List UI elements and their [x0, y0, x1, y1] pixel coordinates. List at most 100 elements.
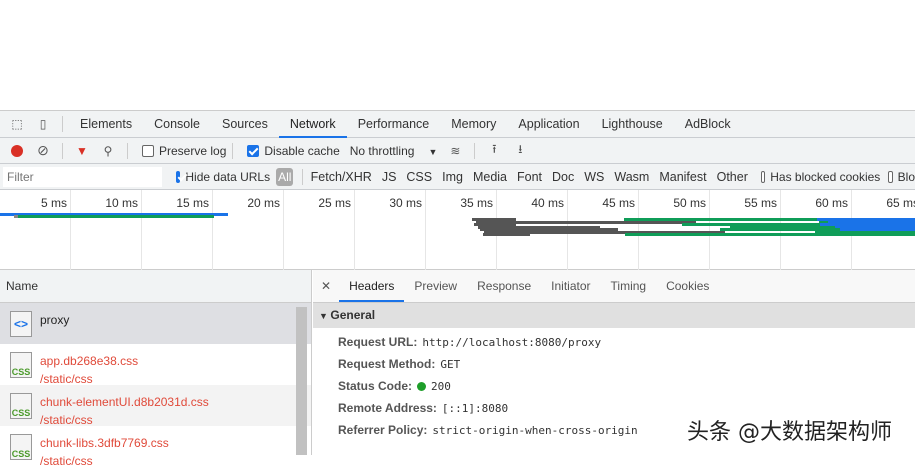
timeline-tick-label: 45 ms	[585, 196, 635, 210]
document-file-icon: <>	[10, 311, 32, 337]
general-section-header[interactable]: ▼ General	[313, 303, 915, 328]
request-name: chunk-libs.3dfb7769.css	[40, 434, 169, 452]
preserve-log-label: Preserve log	[159, 144, 226, 158]
filter-type-doc[interactable]: Doc	[547, 170, 579, 184]
tab-network[interactable]: Network	[279, 111, 347, 138]
header-key: Status Code:	[338, 379, 412, 393]
close-icon[interactable]: ✕	[313, 270, 339, 302]
header-row: Request URL: http://localhost:8080/proxy	[313, 331, 915, 353]
filter-type-other[interactable]: Other	[712, 170, 753, 184]
triangle-down-icon: ▼	[319, 311, 330, 321]
filter-type-wasm[interactable]: Wasm	[609, 170, 654, 184]
watermark: 头条 @大数据架构师	[687, 414, 892, 446]
device-toolbar-icon[interactable]: ▯	[35, 116, 51, 132]
timeline-tick-label: 35 ms	[443, 196, 493, 210]
has-blocked-cookies-label: Has blocked cookies	[770, 170, 880, 184]
css-file-icon: CSS	[10, 352, 32, 378]
timeline-gridline	[425, 190, 426, 270]
timeline-tick-label: 5 ms	[17, 196, 67, 210]
timeline-gridline	[70, 190, 71, 270]
inspect-element-icon[interactable]: ⬚	[9, 116, 25, 132]
filter-type-img[interactable]: Img	[437, 170, 468, 184]
tab-initiator[interactable]: Initiator	[541, 270, 600, 302]
request-row[interactable]: <> proxy	[0, 303, 311, 344]
filter-type-manifest[interactable]: Manifest	[654, 170, 711, 184]
timeline-gridline	[283, 190, 284, 270]
css-file-icon: CSS	[10, 393, 32, 419]
blocked-requests-checkbox[interactable]	[888, 171, 892, 183]
status-success-icon	[417, 382, 426, 391]
request-list: Name <> proxy CSS app.db268e38.css/stati…	[0, 270, 312, 455]
timeline-tick-label: 10 ms	[88, 196, 138, 210]
tab-elements[interactable]: Elements	[69, 111, 143, 138]
timeline-tick-label: 50 ms	[656, 196, 706, 210]
divider	[127, 143, 128, 159]
timeline-gridline	[141, 190, 142, 270]
header-value: http://localhost:8080/proxy	[422, 336, 601, 349]
devtools-tab-bar: ⬚ ▯ Elements Console Sources Network Per…	[0, 110, 915, 138]
timeline-tick-label: 60 ms	[798, 196, 848, 210]
disable-cache-checkbox[interactable]	[247, 145, 259, 157]
header-value: 200	[431, 380, 451, 393]
filter-input[interactable]	[3, 167, 162, 187]
filter-icon[interactable]: ▼	[74, 143, 90, 159]
details-tabs: ✕ Headers Preview Response Initiator Tim…	[313, 270, 915, 303]
preserve-log-checkbox[interactable]	[142, 145, 154, 157]
import-har-icon[interactable]: ⭱	[486, 143, 502, 159]
tab-headers[interactable]: Headers	[339, 270, 404, 302]
tab-cookies[interactable]: Cookies	[656, 270, 719, 302]
filter-type-css[interactable]: CSS	[401, 170, 437, 184]
network-conditions-icon[interactable]: ≋	[447, 143, 463, 159]
divider	[62, 143, 63, 159]
filter-type-ws[interactable]: WS	[579, 170, 609, 184]
hide-data-urls-checkbox[interactable]	[176, 171, 180, 183]
request-name: chunk-elementUI.d8b2031d.css	[40, 393, 209, 411]
header-key: Remote Address:	[338, 401, 437, 415]
divider	[232, 143, 233, 159]
filter-type-fetch-xhr[interactable]: Fetch/XHR	[306, 170, 377, 184]
divider	[474, 143, 475, 159]
filter-type-js[interactable]: JS	[377, 170, 402, 184]
header-key: Request URL:	[338, 335, 417, 349]
scrollbar[interactable]	[296, 307, 307, 455]
header-value: strict-origin-when-cross-origin	[432, 424, 637, 437]
css-file-icon: CSS	[10, 434, 32, 460]
network-overview-timeline[interactable]: 5 ms10 ms15 ms20 ms25 ms30 ms35 ms40 ms4…	[0, 190, 915, 270]
header-key: Request Method:	[338, 357, 435, 371]
tab-memory[interactable]: Memory	[440, 111, 507, 138]
tab-console[interactable]: Console	[143, 111, 211, 138]
request-path: /static/css	[40, 370, 138, 388]
has-blocked-cookies-checkbox[interactable]	[761, 171, 765, 183]
tab-sources[interactable]: Sources	[211, 111, 279, 138]
request-name: app.db268e38.css	[40, 352, 138, 370]
tab-application[interactable]: Application	[507, 111, 590, 138]
tab-lighthouse[interactable]: Lighthouse	[591, 111, 674, 138]
filter-bar: Hide data URLs All Fetch/XHR JS CSS Img …	[0, 164, 915, 190]
search-icon[interactable]: ⚲	[100, 143, 116, 159]
filter-type-font[interactable]: Font	[512, 170, 547, 184]
clear-icon[interactable]: ⊘	[35, 143, 51, 159]
tab-timing[interactable]: Timing	[601, 270, 657, 302]
timeline-tick-label: 30 ms	[372, 196, 422, 210]
tab-performance[interactable]: Performance	[347, 111, 441, 138]
request-row[interactable]: CSS chunk-libs.3dfb7769.css/static/css	[0, 426, 311, 467]
header-value: GET	[440, 358, 460, 371]
timeline-tick-label: 55 ms	[727, 196, 777, 210]
timeline-bar	[18, 215, 214, 218]
tab-preview[interactable]: Preview	[404, 270, 467, 302]
hide-data-urls-label: Hide data URLs	[185, 170, 270, 184]
timeline-bar	[483, 233, 530, 236]
request-row[interactable]: CSS app.db268e38.css/static/css	[0, 344, 311, 385]
filter-type-all[interactable]: All	[276, 168, 293, 186]
tab-adblock[interactable]: AdBlock	[674, 111, 742, 138]
header-value: [::1]:8080	[442, 402, 508, 415]
record-icon[interactable]	[9, 143, 25, 159]
export-har-icon[interactable]: ⭳	[512, 143, 528, 159]
timeline-tick-label: 65 ms	[869, 196, 915, 210]
timeline-tick-label: 20 ms	[230, 196, 280, 210]
name-column-header[interactable]: Name	[0, 270, 311, 303]
tab-response[interactable]: Response	[467, 270, 541, 302]
throttling-select[interactable]: No throttling▼	[350, 144, 438, 158]
filter-type-media[interactable]: Media	[468, 170, 512, 184]
request-row[interactable]: CSS chunk-elementUI.d8b2031d.css/static/…	[0, 385, 311, 426]
